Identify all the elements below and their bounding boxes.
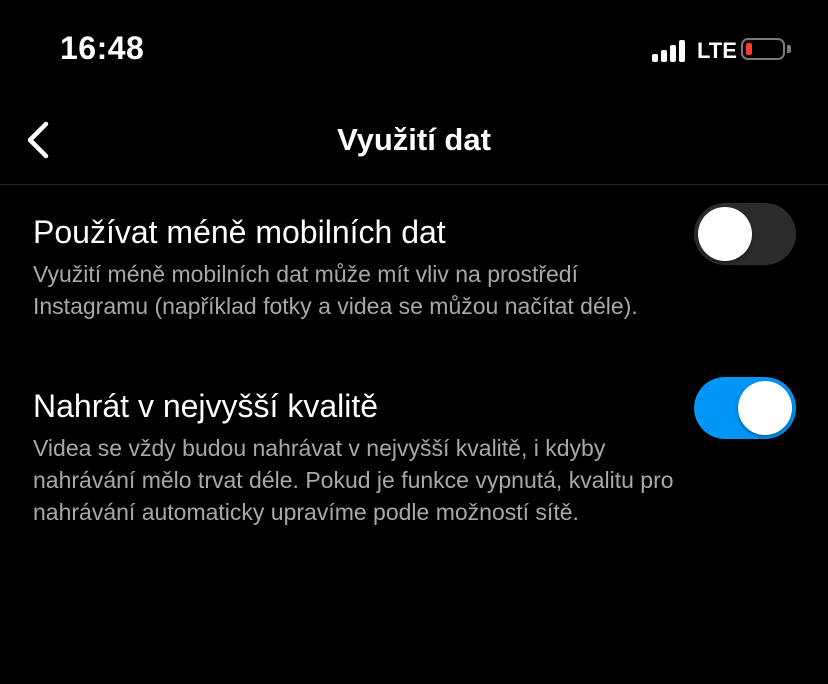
nav-bar: Využití dat xyxy=(0,100,828,185)
highest-quality-upload-toggle[interactable] xyxy=(694,377,796,439)
battery-icon xyxy=(741,38,785,60)
setting-title: Nahrát v nejvyšší kvalitě xyxy=(33,388,379,424)
setting-description: Videa se vždy budou nahrávat v nejvyšší … xyxy=(33,435,674,525)
network-label: LTE xyxy=(697,38,737,63)
less-mobile-data-toggle[interactable] xyxy=(694,203,796,265)
status-time: 16:48 xyxy=(60,30,145,66)
battery-tip xyxy=(787,45,791,53)
setting-title: Používat méně mobilních dat xyxy=(33,214,446,250)
signal-icon xyxy=(652,40,688,62)
toggle-knob xyxy=(738,381,792,435)
setting-description: Využití méně mobilních dat může mít vliv… xyxy=(33,261,638,319)
battery-level xyxy=(746,43,752,55)
status-bar: 16:48 LTE xyxy=(0,0,828,100)
page-title: Využití dat xyxy=(337,122,491,157)
toggle-knob xyxy=(698,207,752,261)
